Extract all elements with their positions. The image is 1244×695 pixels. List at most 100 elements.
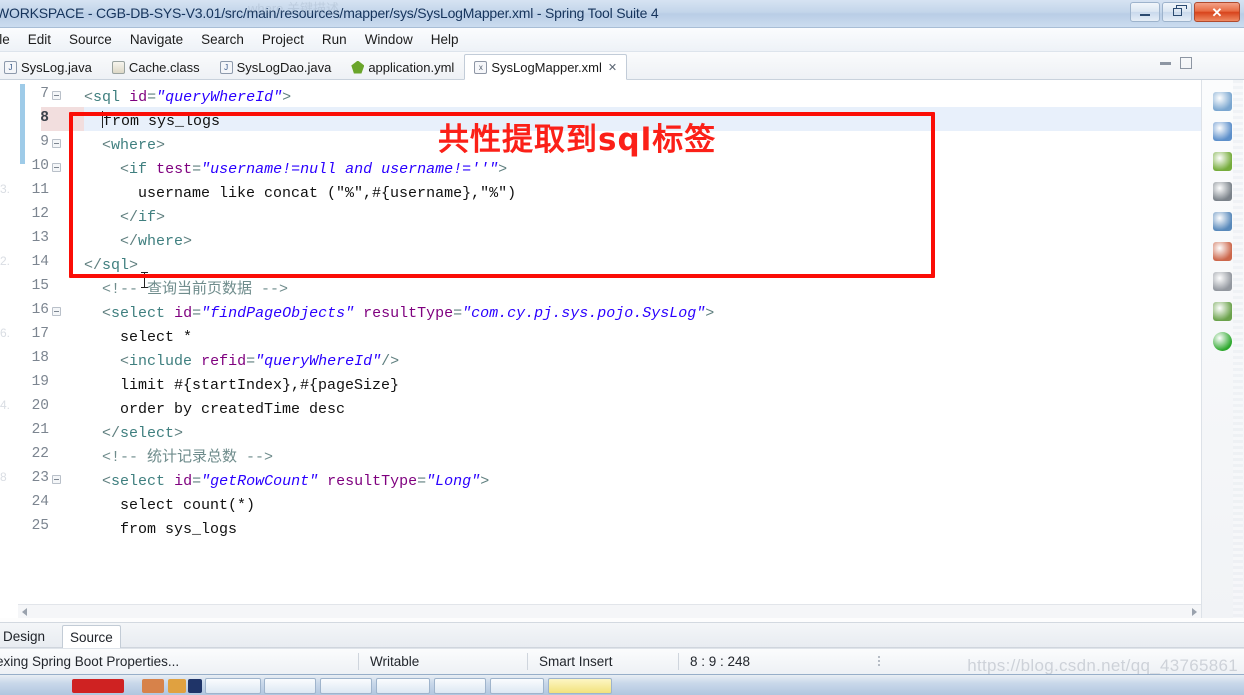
- editor-tab-label: SysLogDao.java: [236, 59, 332, 75]
- taskbar-item-1[interactable]: [72, 679, 124, 693]
- code-token-bracket: =: [246, 353, 256, 370]
- close-icon[interactable]: ✕: [608, 61, 617, 74]
- taskbar-button-7[interactable]: [548, 678, 612, 694]
- taskbar-item-4[interactable]: [188, 679, 202, 693]
- run-icon[interactable]: [1213, 332, 1232, 351]
- rail-edge-decoration: [1233, 80, 1243, 618]
- line-number: 19: [31, 374, 49, 390]
- code-line: <select id="getRowCount" resultType="Lon…: [66, 470, 489, 494]
- install-icon[interactable]: [1213, 302, 1232, 321]
- menu-item-project[interactable]: Project: [253, 30, 313, 49]
- maximize-view-icon[interactable]: [1180, 57, 1192, 69]
- scroll-left-icon[interactable]: [22, 608, 27, 616]
- code-token-plain: username like concat ("%",#{username},"%…: [138, 185, 517, 202]
- code-token-bracket: <: [120, 353, 130, 370]
- menu-item-help[interactable]: Help: [422, 30, 468, 49]
- bottom-tab-design[interactable]: Design: [0, 625, 52, 647]
- fold-toggle-icon[interactable]: [52, 139, 61, 148]
- editor-tab-syslogdao-java[interactable]: J SysLogDao.java: [210, 54, 342, 80]
- console-icon[interactable]: [1213, 212, 1232, 231]
- restore-icon: [1172, 5, 1187, 16]
- line-number: 25: [31, 518, 49, 534]
- code-token-bracket: </: [120, 233, 139, 250]
- menu-item-search[interactable]: Search: [192, 30, 253, 49]
- close-button[interactable]: ✕: [1194, 2, 1240, 22]
- editor-tab-bar: J SysLog.java Cache.class J SysLogDao.java ap…: [0, 52, 1244, 80]
- code-token-bracket: >: [156, 209, 166, 226]
- scroll-right-icon[interactable]: [1192, 608, 1197, 616]
- code-token-bracket: </: [120, 209, 139, 226]
- code-token-bracket: <: [102, 305, 112, 322]
- spring-boot-icon[interactable]: [1213, 152, 1232, 171]
- line-number: 9: [40, 134, 49, 150]
- code-text[interactable]: <sql id="queryWhereId"> from sys_logs <w…: [66, 80, 1201, 618]
- code-token-bracket: >: [174, 425, 184, 442]
- minimize-view-icon[interactable]: [1160, 61, 1171, 65]
- taskbar-button-1[interactable]: [205, 678, 261, 694]
- menu-item-source[interactable]: Source: [60, 30, 121, 49]
- taskbar-button-5[interactable]: [434, 678, 486, 694]
- code-line: <!-- 查询当前页数据 -->: [66, 278, 288, 302]
- line-number: 12: [31, 206, 49, 222]
- javadoc-icon[interactable]: [1213, 272, 1232, 291]
- code-token-attr: id: [129, 89, 148, 106]
- code-line: from sys_logs: [66, 110, 220, 134]
- code-token-bracket: >: [129, 257, 139, 274]
- fold-toggle-icon[interactable]: [52, 163, 61, 172]
- title-bar: WORKSPACE - CGB-DB-SYS-V3.01/src/main/re…: [0, 0, 1244, 28]
- code-token-tag: if: [129, 161, 148, 178]
- class-file-icon: [111, 60, 125, 74]
- ruler-ghost-text: 8: [0, 470, 7, 484]
- line-number-gutter[interactable]: 7 8 9 10 11 12 13 14 15 16 17 18 19 20 21 22 23 24 25: [18, 80, 84, 618]
- code-line: </sql>: [66, 254, 150, 288]
- window-controls: ✕: [1130, 2, 1240, 22]
- spring-tool-suite-window: WORKSPACE - CGB-DB-SYS-V3.01/src/main/re…: [0, 0, 1244, 695]
- code-editor[interactable]: 3. 2. 6. 4. 8 7 8 9 10 11 12 13 14 15 16 17 18 19 20 21 22 2…: [0, 80, 1201, 618]
- code-token-plain: from sys_logs: [103, 113, 221, 130]
- code-line: <!-- 统计记录总数 -->: [66, 446, 273, 470]
- fold-toggle-icon[interactable]: [52, 475, 61, 484]
- paperclip-icon[interactable]: [1213, 182, 1232, 201]
- taskbar-button-6[interactable]: [490, 678, 544, 694]
- taskbar-item-3[interactable]: [168, 679, 186, 693]
- code-line: </if>: [66, 206, 165, 230]
- code-line: <where>: [66, 134, 165, 158]
- code-token-plain: select count(*): [120, 497, 256, 514]
- editor-tab-syslog-java[interactable]: J SysLog.java: [0, 54, 102, 80]
- menu-item-window[interactable]: Window: [356, 30, 422, 49]
- code-token-comment: <!-- 查询当前页数据 -->: [102, 281, 289, 298]
- code-token-attr: id: [174, 473, 193, 490]
- restore-button[interactable]: [1162, 2, 1192, 22]
- ruler-ghost-text: 2.: [0, 254, 11, 268]
- editor-tab-syslogmapper-xml[interactable]: x SysLogMapper.xml ✕: [464, 54, 628, 80]
- fold-toggle-icon[interactable]: [52, 91, 61, 100]
- menu-item-run[interactable]: Run: [313, 30, 356, 49]
- line-number: 23: [31, 470, 49, 486]
- bean-explorer-icon[interactable]: [1213, 122, 1232, 141]
- debug-icon[interactable]: [1213, 242, 1232, 261]
- changed-lines-marker: [20, 84, 25, 164]
- link-with-editor-icon[interactable]: [1213, 92, 1232, 111]
- code-token-val: "username!=null and username!=''": [201, 161, 499, 178]
- code-token-val: "queryWhereId": [255, 353, 382, 370]
- editor-tab-application-yml[interactable]: application.yml: [341, 54, 464, 80]
- bottom-tab-source[interactable]: Source: [62, 625, 121, 649]
- horizontal-scrollbar[interactable]: [18, 604, 1201, 618]
- fold-toggle-icon[interactable]: [52, 307, 61, 316]
- menu-item-file[interactable]: File: [0, 30, 19, 49]
- line-number: 13: [31, 230, 49, 246]
- code-token-attr: resultType: [363, 305, 454, 322]
- code-token-plain: select *: [120, 329, 193, 346]
- right-icon-toolbar: [1201, 80, 1244, 618]
- menu-item-edit[interactable]: Edit: [19, 30, 60, 49]
- taskbar-button-2[interactable]: [264, 678, 316, 694]
- editor-tab-cache-class[interactable]: Cache.class: [102, 54, 210, 80]
- menu-item-navigate[interactable]: Navigate: [121, 30, 192, 49]
- taskbar-item-2[interactable]: [142, 679, 164, 693]
- taskbar-button-3[interactable]: [320, 678, 372, 694]
- minimize-button[interactable]: [1130, 2, 1160, 22]
- taskbar-button-4[interactable]: [376, 678, 430, 694]
- code-token-comment: <!-- 统计记录总数 -->: [102, 449, 274, 466]
